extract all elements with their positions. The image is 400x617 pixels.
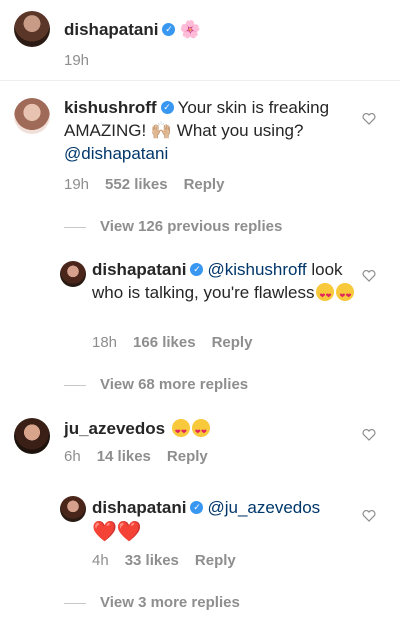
heart-outline-icon[interactable] [362,510,376,522]
view-replies-label: View 126 previous replies [100,218,283,235]
comment-meta: 18h 166 likes Reply [92,334,268,351]
comment-body-cont: What you using? [172,121,304,140]
verified-badge-icon: ✓ [190,501,204,515]
view-replies-label: View 3 more replies [100,594,240,611]
heart-eyes-emoji-icon [171,419,190,444]
comment-time: 19h [64,176,90,193]
comment-username[interactable]: ju_azevedos [64,419,165,438]
reply-button[interactable]: Reply [184,176,225,193]
comment-username[interactable]: kishushroff [64,98,157,117]
comment-username[interactable]: dishapatani [92,260,186,279]
post-username[interactable]: dishapatani [64,20,158,39]
view-replies-link[interactable]: View 68 more replies [64,376,248,393]
divider [64,226,86,228]
comment-text: kishushroff ✓ Your skin is freaking AMAZIN… [64,96,354,165]
flower-emoji-icon: 🌸 [179,20,201,39]
heart-outline-icon[interactable] [362,429,376,441]
likes-count[interactable]: 552 likes [105,176,168,193]
comment-meta: 6h 14 likes Reply [64,448,224,465]
comment-time: 18h [92,334,118,351]
view-replies-label: View 68 more replies [100,376,249,393]
comment-username[interactable]: dishapatani [92,498,186,517]
divider [64,602,86,604]
comment-meta: 4h 33 likes Reply [92,552,252,569]
reply-button[interactable]: Reply [167,448,208,465]
post-time: 19h [64,52,90,69]
avatar[interactable] [14,418,50,454]
likes-count[interactable]: 14 likes [97,448,151,465]
reply-button[interactable]: Reply [212,334,253,351]
likes-count[interactable]: 33 likes [125,552,179,569]
raised-hands-emoji-icon: 🙌🏼 [150,121,173,140]
reply-button[interactable]: Reply [195,552,236,569]
mention-link[interactable]: @ju_azevedos [207,498,320,517]
verified-badge-icon: ✓ [190,263,204,277]
divider [0,80,400,81]
likes-count[interactable]: 166 likes [133,334,196,351]
avatar[interactable] [60,496,86,522]
divider [64,384,86,386]
view-replies-link[interactable]: View 3 more replies [64,594,240,611]
heart-outline-icon[interactable] [362,113,376,125]
mention-link[interactable]: @dishapatani [64,144,168,163]
comment-time: 6h [64,448,81,465]
mention-link[interactable]: @kishushroff [207,260,306,279]
reply-text: dishapatani ✓ @kishushroff look who is tal… [92,258,360,308]
view-replies-link[interactable]: View 126 previous replies [64,218,282,235]
heart-eyes-emoji-icon [336,283,355,308]
heart-eyes-emoji-icon [191,419,210,444]
heart-outline-icon[interactable] [362,270,376,282]
reply-text: dishapatani ✓ @ju_azevedos ❤️❤️ [92,496,360,544]
red-heart-emoji-icon: ❤️❤️ [92,521,142,543]
comment-meta: 19h 552 likes Reply [64,176,240,193]
heart-eyes-emoji-icon [316,283,335,308]
avatar[interactable] [60,261,86,287]
comment-text: ju_azevedos [64,417,210,444]
comment-time: 4h [92,552,109,569]
avatar[interactable] [14,11,50,47]
avatar[interactable] [14,98,50,134]
verified-badge-icon: ✓ [162,23,176,37]
verified-badge-icon: ✓ [160,101,174,115]
post-header: dishapatani ✓ 🌸 [64,18,201,41]
